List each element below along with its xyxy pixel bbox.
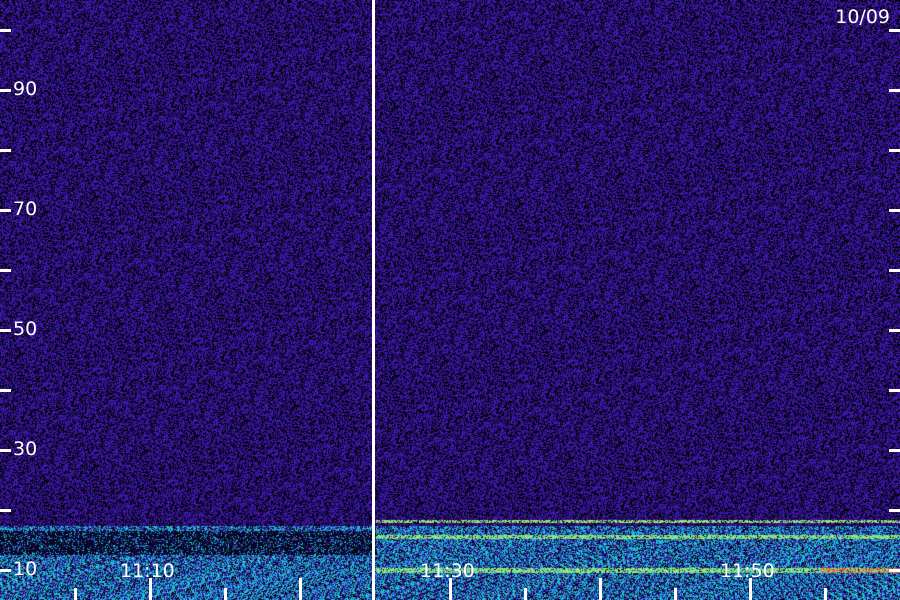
x-label-1130: 11:30	[420, 560, 475, 582]
y-tick-left	[0, 89, 11, 92]
y-label-90: 90	[13, 78, 38, 100]
y-label-50: 50	[13, 318, 38, 340]
y-tick-right	[889, 209, 900, 212]
y-tick-left	[0, 509, 11, 512]
y-tick-left	[0, 449, 11, 452]
x-label-1150: 11:50	[720, 560, 775, 582]
spectrogram-panel: 10/09 90 70 50 30 10 11:10 11:30 11:50	[0, 0, 900, 600]
y-tick-right	[889, 89, 900, 92]
y-tick-right	[889, 509, 900, 512]
spectrogram-plot	[0, 0, 900, 600]
y-label-30: 30	[13, 438, 38, 460]
y-tick-right	[889, 569, 900, 572]
x-tick-minor	[224, 588, 227, 600]
y-tick-left	[0, 329, 11, 332]
y-tick-left	[0, 29, 11, 32]
y-tick-right	[889, 149, 900, 152]
x-tick-major	[299, 578, 302, 600]
y-tick-right	[889, 389, 900, 392]
y-label-10: 10	[13, 558, 38, 580]
x-tick-minor	[824, 588, 827, 600]
y-tick-left	[0, 389, 11, 392]
y-tick-right	[889, 29, 900, 32]
x-tick-minor	[74, 588, 77, 600]
y-tick-left	[0, 269, 11, 272]
x-label-1110: 11:10	[120, 560, 175, 582]
y-label-70: 70	[13, 198, 38, 220]
section-divider-line	[372, 0, 375, 600]
y-tick-right	[889, 449, 900, 452]
y-tick-left	[0, 209, 11, 212]
y-tick-right	[889, 329, 900, 332]
y-tick-left	[0, 569, 11, 572]
x-tick-minor	[524, 588, 527, 600]
y-tick-right	[889, 269, 900, 272]
x-tick-minor	[674, 588, 677, 600]
x-tick-major	[599, 578, 602, 600]
date-label: 10/09	[835, 6, 890, 28]
y-tick-left	[0, 149, 11, 152]
